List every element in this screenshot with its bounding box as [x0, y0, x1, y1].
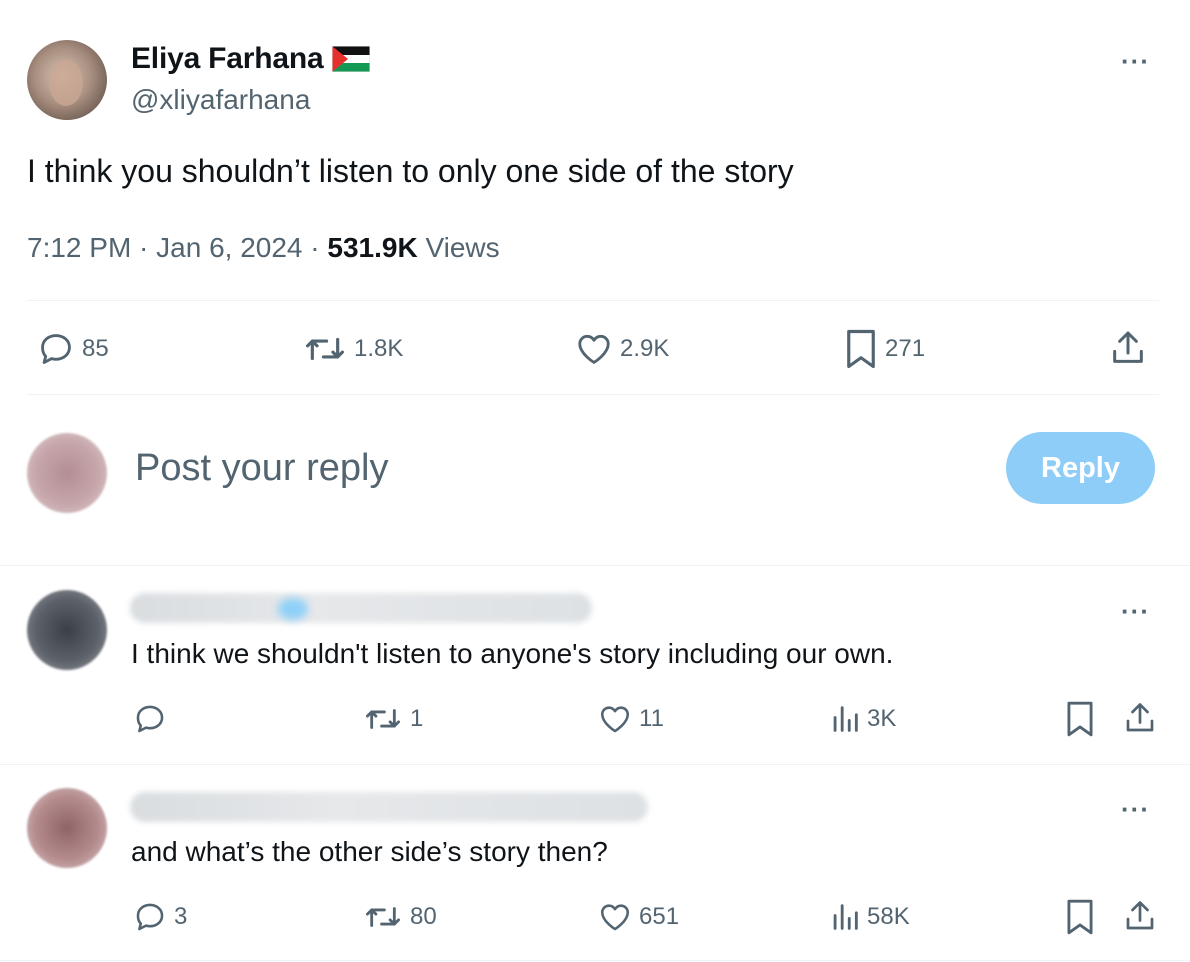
repost-icon [366, 907, 401, 927]
reply-text: I think we shouldn't listen to anyone's … [131, 638, 894, 669]
author-name[interactable]: Eliya Farhana [131, 42, 324, 76]
bookmark-action[interactable]: 271 [843, 328, 925, 370]
author-avatar[interactable] [27, 40, 107, 120]
more-options-icon[interactable]: ··· [1121, 794, 1150, 825]
verified-badge-icon [278, 598, 308, 620]
repost-count: 1 [410, 705, 424, 732]
redacted-author [130, 593, 592, 623]
bookmark-count: 271 [885, 335, 926, 362]
repost-action[interactable]: 1.8K [302, 330, 403, 368]
repost-icon [366, 709, 401, 729]
more-options-icon[interactable]: ··· [1121, 596, 1150, 627]
like-count: 2.9K [620, 335, 670, 362]
views-count: 3K [867, 705, 897, 732]
share-action[interactable] [1108, 328, 1148, 368]
share-icon [1113, 331, 1143, 363]
redacted-author [130, 792, 648, 822]
share-action[interactable] [1122, 700, 1158, 736]
more-options-icon[interactable]: ··· [1121, 46, 1150, 77]
reply-icon [41, 334, 71, 364]
bookmark-action[interactable] [1064, 700, 1096, 738]
divider [0, 960, 1190, 961]
repost-count: 80 [410, 903, 437, 930]
reply-count: 85 [82, 335, 109, 362]
analytics-icon [833, 706, 858, 732]
analytics-icon [833, 904, 858, 930]
divider [27, 300, 1159, 301]
bookmark-action[interactable] [1064, 898, 1096, 936]
repost-action[interactable]: 80 [362, 900, 437, 934]
heart-icon [578, 334, 610, 364]
repost-count: 1.8K [354, 335, 404, 362]
reply-input[interactable]: Post your reply [135, 447, 388, 490]
reply-avatar[interactable] [27, 590, 107, 670]
reply-action[interactable] [132, 702, 174, 736]
like-count: 651 [639, 903, 680, 930]
divider [0, 565, 1190, 566]
user-avatar[interactable] [27, 433, 107, 513]
reply-button[interactable]: Reply [1006, 432, 1155, 504]
reply-action[interactable]: 3 [132, 900, 187, 934]
like-action[interactable]: 2.9K [574, 330, 669, 368]
like-action[interactable]: 651 [597, 900, 679, 934]
reply-action[interactable]: 85 [36, 330, 109, 368]
heart-icon [600, 706, 630, 733]
tweet-text: I think you shouldn’t listen to only one… [27, 153, 794, 189]
share-action[interactable] [1122, 898, 1158, 934]
heart-icon [600, 904, 630, 931]
views-label: Views [425, 232, 500, 263]
views-count: 531.9K [327, 232, 418, 263]
like-action[interactable]: 11 [597, 702, 664, 736]
repost-action[interactable]: 1 [362, 702, 423, 736]
divider [0, 764, 1190, 765]
share-icon [1126, 703, 1154, 732]
tweet-meta: 7:12 PM · Jan 6, 2024 · 531.9K Views [27, 232, 500, 264]
views-action[interactable]: 3K [829, 702, 896, 736]
bookmark-icon [1067, 701, 1093, 737]
divider [27, 394, 1159, 395]
reply-count: 3 [174, 903, 188, 930]
share-icon [1126, 901, 1154, 930]
reply-icon [136, 903, 164, 931]
views-count: 58K [867, 903, 910, 930]
reply-icon [136, 705, 164, 733]
author-handle[interactable]: @xliyafarhana [131, 84, 310, 116]
repost-icon [306, 337, 344, 361]
bookmark-icon [847, 329, 875, 369]
like-count: 11 [639, 705, 664, 732]
reply-avatar[interactable] [27, 788, 107, 868]
bookmark-icon [1067, 899, 1093, 935]
reply-text: and what’s the other side’s story then? [131, 836, 608, 867]
tweet-timestamp[interactable]: 7:12 PM · Jan 6, 2024 · [27, 232, 327, 263]
views-action[interactable]: 58K [829, 900, 910, 934]
palestine-flag-icon [331, 46, 370, 72]
